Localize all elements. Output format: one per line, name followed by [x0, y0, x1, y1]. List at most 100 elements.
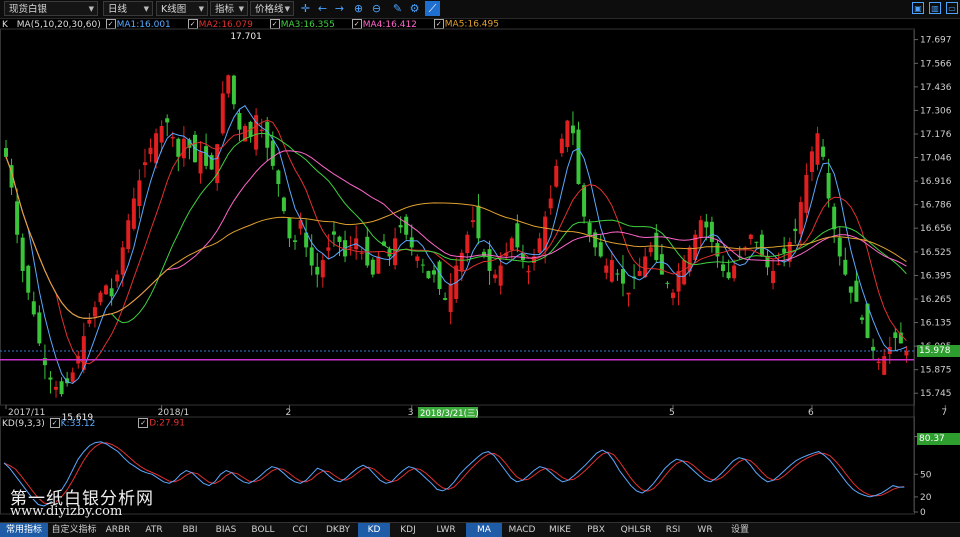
kd-current-value: 80.37	[919, 434, 945, 444]
price-tick-label: 17.697	[920, 36, 952, 46]
candle-body	[331, 231, 336, 235]
kd-d-checkbox[interactable]: ✓	[138, 418, 149, 428]
candle-body	[37, 312, 42, 344]
candle-body	[776, 263, 781, 265]
candle-body	[732, 265, 737, 279]
candle-body	[226, 75, 231, 94]
candle-body	[148, 147, 153, 155]
candle-body	[659, 254, 664, 275]
price-tick-label: 17.046	[920, 154, 952, 164]
tab-qhlsr[interactable]: QHLSR	[614, 523, 658, 537]
candle-body	[837, 237, 842, 257]
tab-kd[interactable]: KD	[358, 523, 390, 537]
ma2-line	[5, 119, 907, 365]
tab-bbi[interactable]: BBI	[172, 523, 208, 537]
current-price-box: 15.978	[917, 345, 960, 357]
candle-body	[159, 126, 164, 143]
candle-body	[893, 332, 898, 338]
candle-body	[231, 75, 236, 105]
price-tick-label: 16.265	[920, 295, 952, 305]
tab-dkby[interactable]: DKBY	[318, 523, 358, 537]
main-plot-frame	[0, 28, 915, 406]
kd-legend: KD(9,3,3) ✓ K:33.12 ✓ D:27.91	[2, 418, 185, 429]
candle-body	[620, 269, 625, 284]
tab-自定义指标[interactable]: 自定义指标	[48, 523, 100, 537]
candle-body	[115, 274, 120, 282]
candle-body	[609, 260, 614, 282]
candle-body	[154, 133, 159, 164]
price-tick-label: 17.436	[920, 83, 952, 93]
candle-body	[676, 270, 681, 292]
price-tick-label: 17.306	[920, 106, 952, 116]
kd-d-value: D:27.91	[149, 418, 185, 429]
candle-body	[276, 170, 281, 184]
tab-rsi[interactable]: RSI	[658, 523, 688, 537]
candle-body	[54, 386, 59, 390]
tab-boll[interactable]: BOLL	[244, 523, 282, 537]
candle-body	[576, 129, 581, 184]
candle-body	[237, 113, 242, 130]
high-annotation: 17.701	[230, 32, 262, 42]
candle-body	[131, 198, 136, 229]
tab-macd[interactable]: MACD	[502, 523, 542, 537]
watermark-url: www.diyizby.com	[10, 504, 123, 519]
candle-body	[804, 174, 809, 213]
kd-k-value: K:33.12	[60, 418, 96, 429]
candle-body	[598, 242, 603, 257]
date-tick-label: 5	[669, 408, 675, 418]
kd-k-checkbox[interactable]: ✓	[49, 418, 60, 428]
tab-lwr[interactable]: LWR	[426, 523, 466, 537]
date-tick-label: 6	[808, 408, 814, 418]
candle-body	[326, 247, 331, 251]
tab-pbx[interactable]: PBX	[578, 523, 614, 537]
candle-body	[854, 280, 859, 302]
price-tick-label: 16.916	[920, 177, 952, 187]
candle-body	[648, 247, 653, 253]
candle-body	[31, 301, 36, 315]
date-tick-label: 2018/1	[158, 408, 190, 418]
tab-arbr[interactable]: ARBR	[100, 523, 136, 537]
candle-body	[448, 283, 453, 313]
candle-body	[15, 201, 20, 235]
candle-body	[815, 133, 820, 165]
tab-cci[interactable]: CCI	[282, 523, 318, 537]
candle-body	[526, 270, 531, 273]
candle-body	[637, 270, 642, 276]
candle-body	[120, 247, 125, 275]
tab-kdj[interactable]: KDJ	[390, 523, 426, 537]
price-chart[interactable]: 17.697 17.566 17.436 17.306 17.176 17.046 16.9…	[0, 0, 960, 522]
candle-body	[26, 265, 31, 293]
price-tick-label: 16.135	[920, 319, 952, 329]
candle-body	[198, 151, 203, 174]
tab-ma[interactable]: MA	[466, 523, 502, 537]
tab-bias[interactable]: BIAS	[208, 523, 244, 537]
candle-body	[559, 138, 564, 154]
candle-body	[476, 205, 481, 239]
price-tick-label: 15.745	[920, 389, 952, 399]
candle-body	[281, 197, 286, 212]
candle-body	[370, 259, 375, 275]
candle-body	[759, 234, 764, 257]
tab-常用指标[interactable]: 常用指标	[0, 523, 48, 537]
candle-body	[470, 220, 475, 223]
price-tick-label: 16.525	[920, 248, 952, 258]
candle-body	[465, 234, 470, 254]
candle-body	[582, 185, 587, 217]
tab-wr[interactable]: WR	[688, 523, 722, 537]
candle-body	[415, 256, 420, 261]
candle-body	[665, 282, 670, 284]
candle-body	[871, 346, 876, 351]
candle-body	[587, 222, 592, 235]
candle-body	[142, 162, 147, 166]
candle-body	[843, 259, 848, 275]
price-tick-label: 17.566	[920, 59, 952, 69]
candle-body	[259, 129, 264, 132]
candle-body	[604, 265, 609, 273]
candle-body	[109, 288, 114, 297]
candle-body	[771, 270, 776, 284]
tab-atr[interactable]: ATR	[136, 523, 172, 537]
candle-body	[704, 221, 709, 228]
tab-mike[interactable]: MIKE	[542, 523, 578, 537]
candle-body	[287, 217, 292, 239]
tab-设置[interactable]: 设置	[722, 523, 758, 537]
